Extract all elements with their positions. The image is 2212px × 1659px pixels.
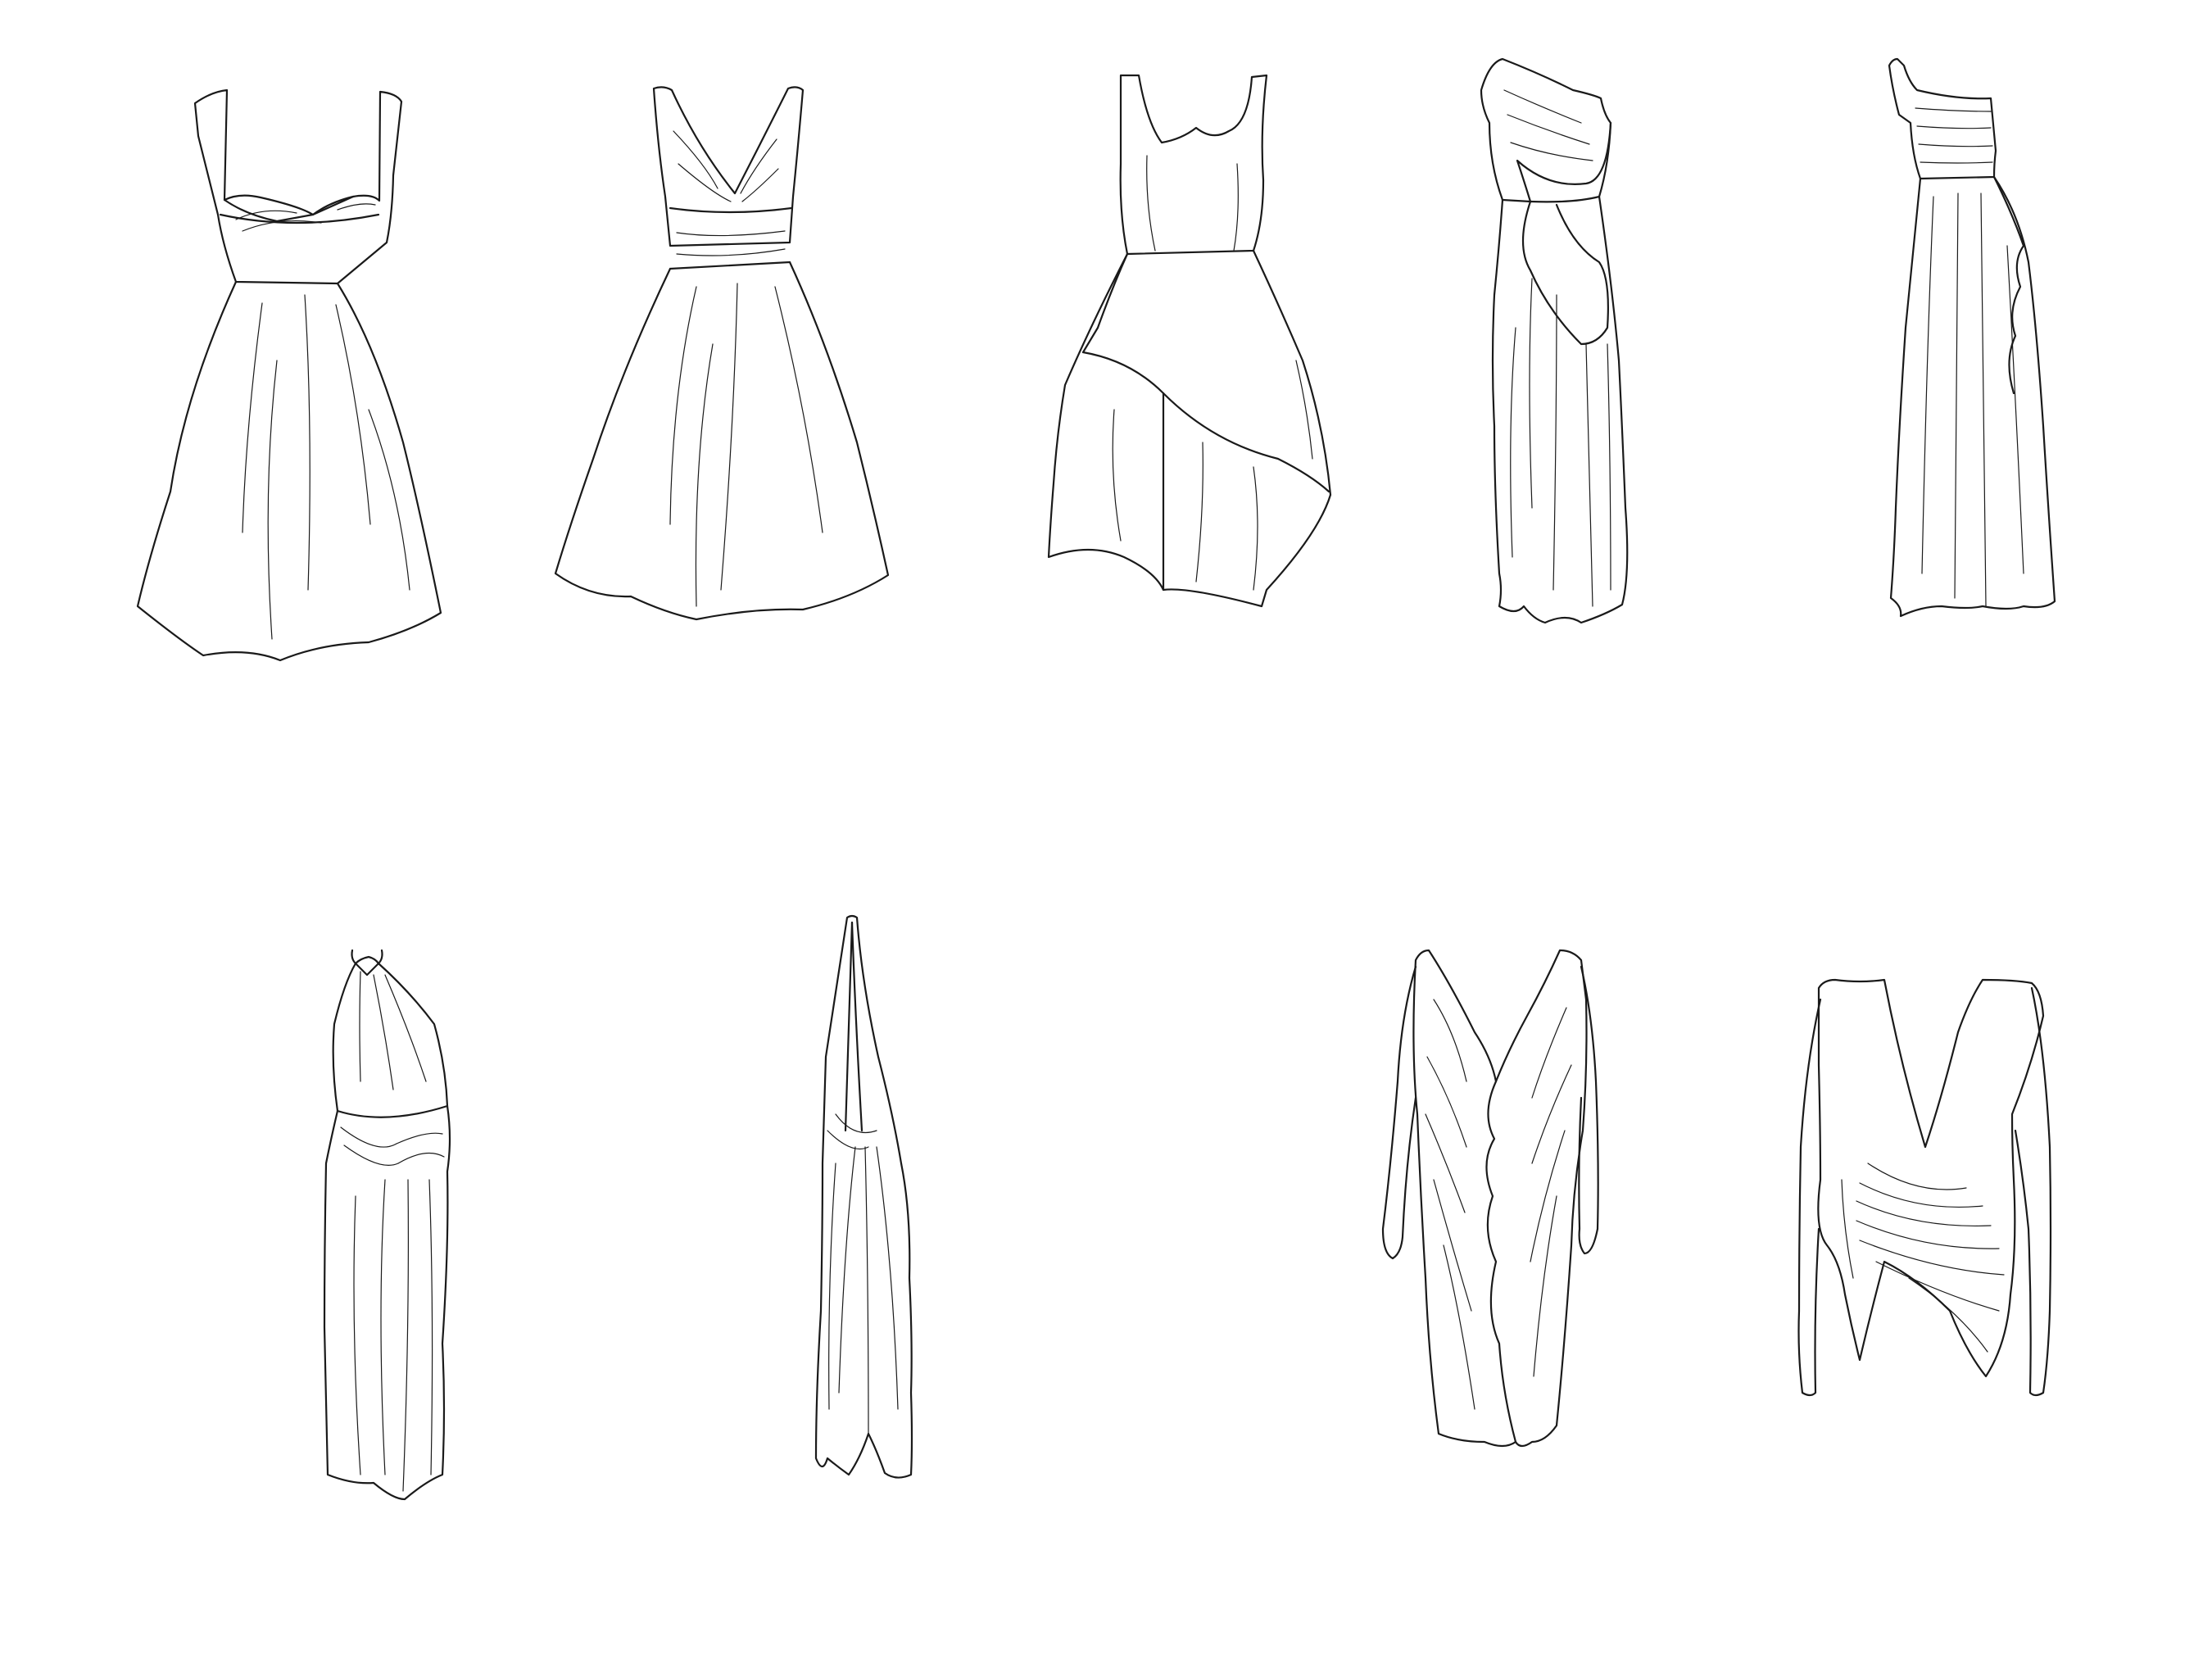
gown-halter-ruched — [323, 949, 451, 1501]
dress-long-sleeve-wrap — [1797, 978, 2052, 1397]
dress-sketch-canvas — [136, 57, 2056, 1501]
dress-vneck-sash — [554, 86, 890, 621]
gown-deep-v-halter — [814, 914, 913, 1479]
gown-one-shoulder-drape — [1480, 57, 1629, 624]
dress-sweetheart-swing — [136, 88, 442, 662]
sketch-sheet — [0, 0, 2212, 1659]
dress-asymmetric-hem — [1047, 74, 1332, 608]
gown-one-shoulder-ruffle — [1888, 57, 2056, 618]
dress-long-sleeve-ruffle — [1381, 949, 1599, 1448]
